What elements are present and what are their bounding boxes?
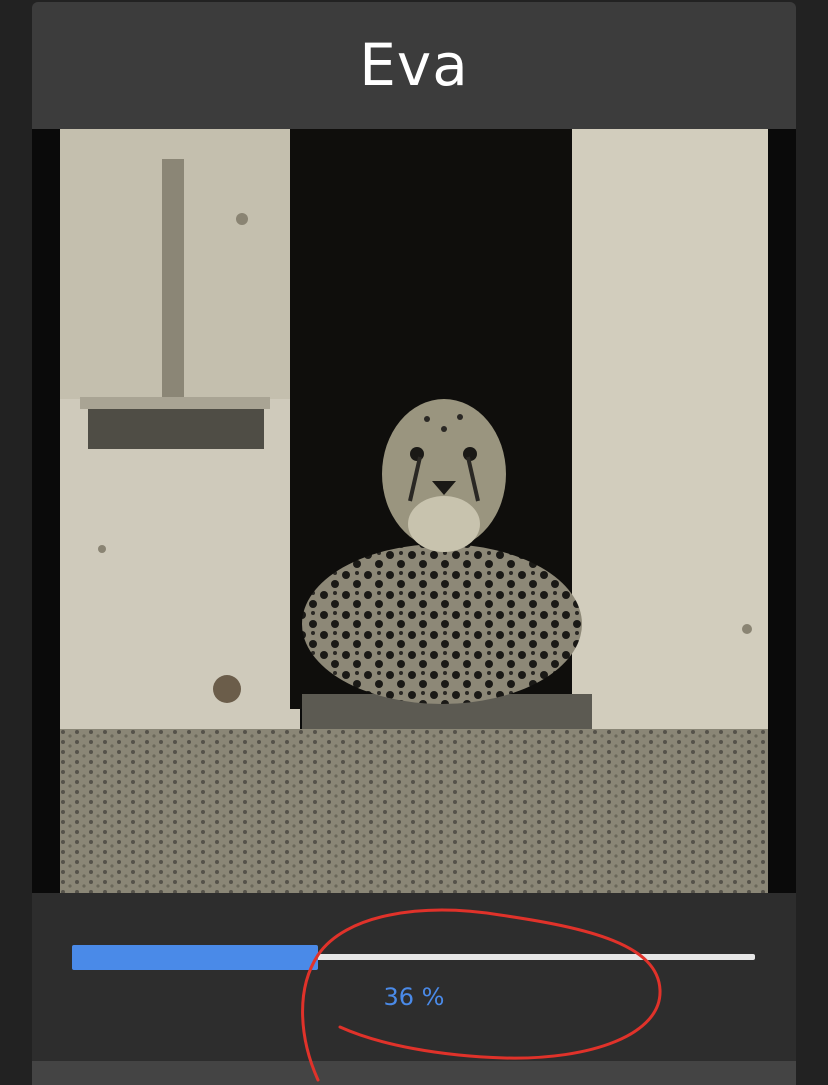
cheetah-photo-image [32,129,796,893]
pet-photo [32,129,796,893]
pet-name-title: Eva [359,31,469,99]
progress-section: 36 % [32,893,796,1061]
pet-card: Eva 36 % [32,2,796,1085]
card-footer [32,1061,796,1085]
progress-fill [72,945,318,970]
progress-percent-label: 36 % [383,983,445,1011]
